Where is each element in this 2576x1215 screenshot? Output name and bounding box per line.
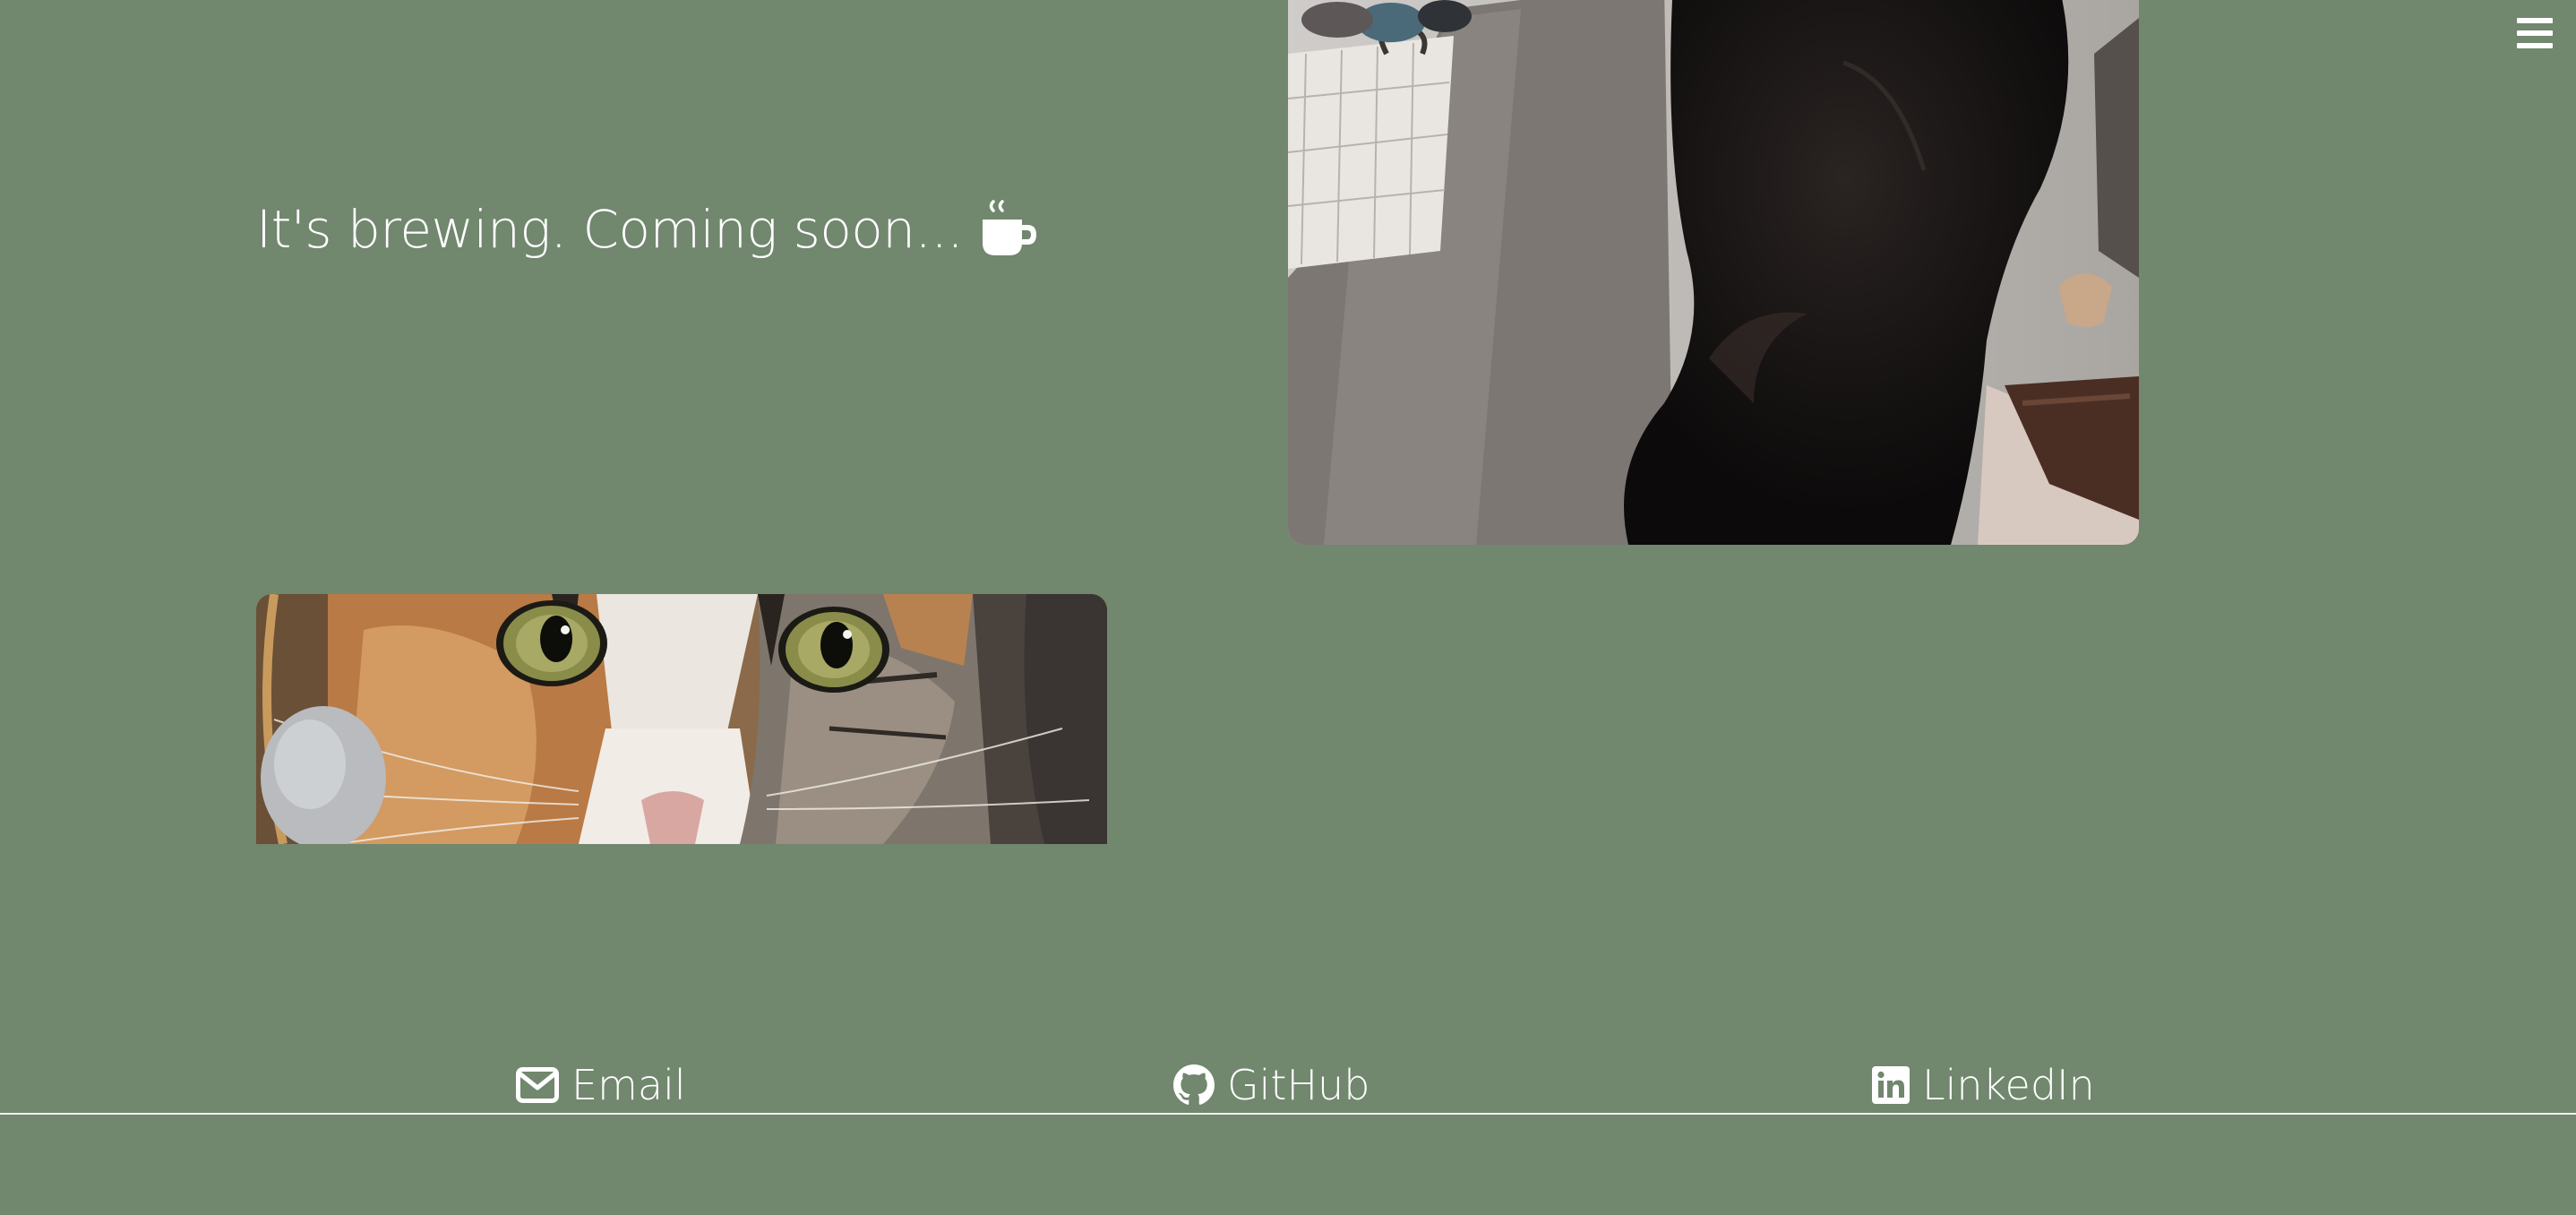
hamburger-menu-icon[interactable] — [2517, 18, 2553, 48]
envelope-icon — [516, 1067, 559, 1103]
menu-bar — [2517, 43, 2553, 48]
footer-links: Email GitHub LinkedIn — [0, 1054, 2576, 1116]
footer-divider — [0, 1113, 2576, 1115]
menu-bar — [2517, 18, 2553, 23]
menu-bar — [2517, 30, 2553, 36]
coming-soon-message: It's brewing. Coming soon... — [256, 192, 1038, 267]
linkedin-link-label: LinkedIn — [1922, 1061, 2095, 1109]
email-link-label: Email — [571, 1061, 686, 1109]
email-link[interactable]: Email — [516, 1054, 686, 1116]
github-link[interactable]: GitHub — [1173, 1054, 1370, 1116]
coffee-cup-icon — [983, 200, 1037, 255]
github-link-label: GitHub — [1227, 1061, 1370, 1109]
coming-soon-text: It's brewing. Coming soon... — [256, 199, 964, 260]
calico-cat-photo — [256, 594, 1107, 844]
github-icon — [1173, 1064, 1215, 1105]
linkedin-link[interactable]: LinkedIn — [1872, 1054, 2095, 1116]
black-cat-photo — [1288, 0, 2139, 545]
linkedin-icon — [1872, 1066, 1910, 1104]
